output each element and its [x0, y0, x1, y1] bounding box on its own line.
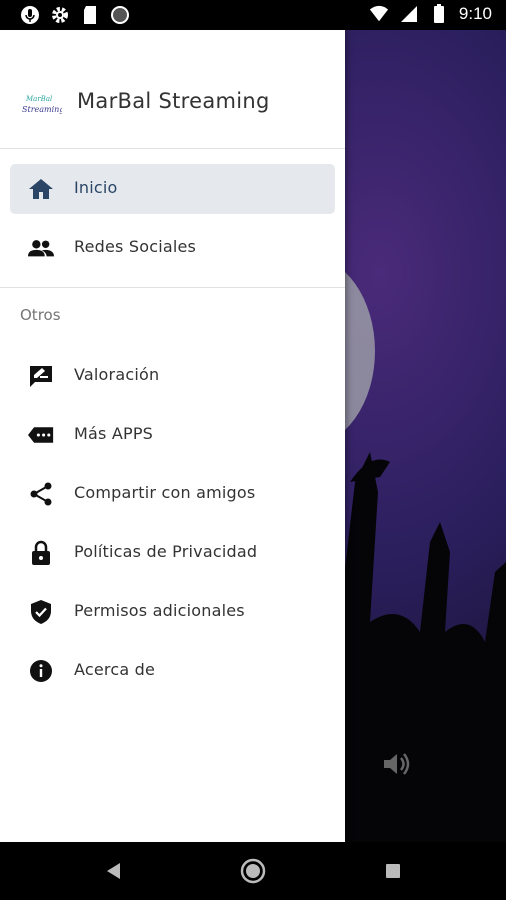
menu-item-redes-sociales[interactable]: Redes Sociales: [10, 223, 335, 273]
status-time: 9:10: [458, 4, 492, 23]
brand-logo: MarBal Streaming: [22, 90, 64, 118]
menu-item-label: Valoración: [74, 365, 160, 384]
menu-item-permisos[interactable]: Permisos adicionales: [10, 587, 335, 637]
menu-item-compartir[interactable]: Compartir con amigos: [10, 469, 335, 519]
section-title-otros: Otros: [20, 306, 61, 324]
battery-icon: [429, 4, 449, 24]
gear-icon: [50, 5, 70, 25]
menu-item-label: Compartir con amigos: [74, 483, 256, 502]
circle-icon: [110, 5, 130, 25]
menu-item-inicio[interactable]: Inicio: [10, 164, 335, 214]
back-icon[interactable]: [100, 858, 126, 884]
menu-item-label: Acerca de: [74, 660, 156, 679]
people-icon: [28, 236, 54, 260]
menu-item-valoracion[interactable]: Valoración: [10, 351, 335, 401]
recents-icon[interactable]: [380, 858, 406, 884]
menu-item-mas-apps[interactable]: Más APPS: [10, 410, 335, 460]
app-title: MarBal Streaming: [77, 89, 270, 113]
menu-item-label: Políticas de Privacidad: [74, 542, 258, 561]
navigation-drawer: MarBal Streaming MarBal Streaming Inicio…: [0, 30, 345, 842]
drawer-header: MarBal Streaming MarBal Streaming: [0, 30, 345, 149]
menu-item-privacidad[interactable]: Políticas de Privacidad: [10, 528, 335, 578]
signal-icon: [399, 4, 419, 24]
svg-text:Streaming: Streaming: [22, 105, 62, 114]
svg-text:MarBal: MarBal: [25, 95, 52, 103]
share-icon: [28, 482, 54, 506]
info-icon: [28, 659, 54, 683]
lock-icon: [28, 540, 54, 565]
menu-item-label: Redes Sociales: [74, 237, 197, 256]
microphone-icon: [20, 5, 40, 25]
system-navigation-bar: [0, 842, 506, 900]
drawer-divider: [0, 287, 345, 288]
status-bar: 9:10: [0, 0, 506, 30]
menu-item-label: Permisos adicionales: [74, 601, 245, 620]
menu-item-acerca-de[interactable]: Acerca de: [10, 646, 335, 696]
status-bar-notifications: [20, 5, 130, 25]
wifi-icon: [369, 4, 389, 24]
menu-item-label: Más APPS: [74, 424, 154, 443]
sd-card-icon: [80, 5, 100, 25]
more-apps-icon: [28, 423, 54, 447]
home-circle-icon[interactable]: [240, 858, 266, 884]
status-bar-system: 9:10: [369, 4, 492, 24]
shield-check-icon: [28, 600, 54, 624]
rate-review-icon: [28, 364, 54, 388]
volume-icon[interactable]: [380, 748, 412, 780]
home-icon: [28, 177, 54, 201]
menu-item-label: Inicio: [74, 178, 118, 197]
